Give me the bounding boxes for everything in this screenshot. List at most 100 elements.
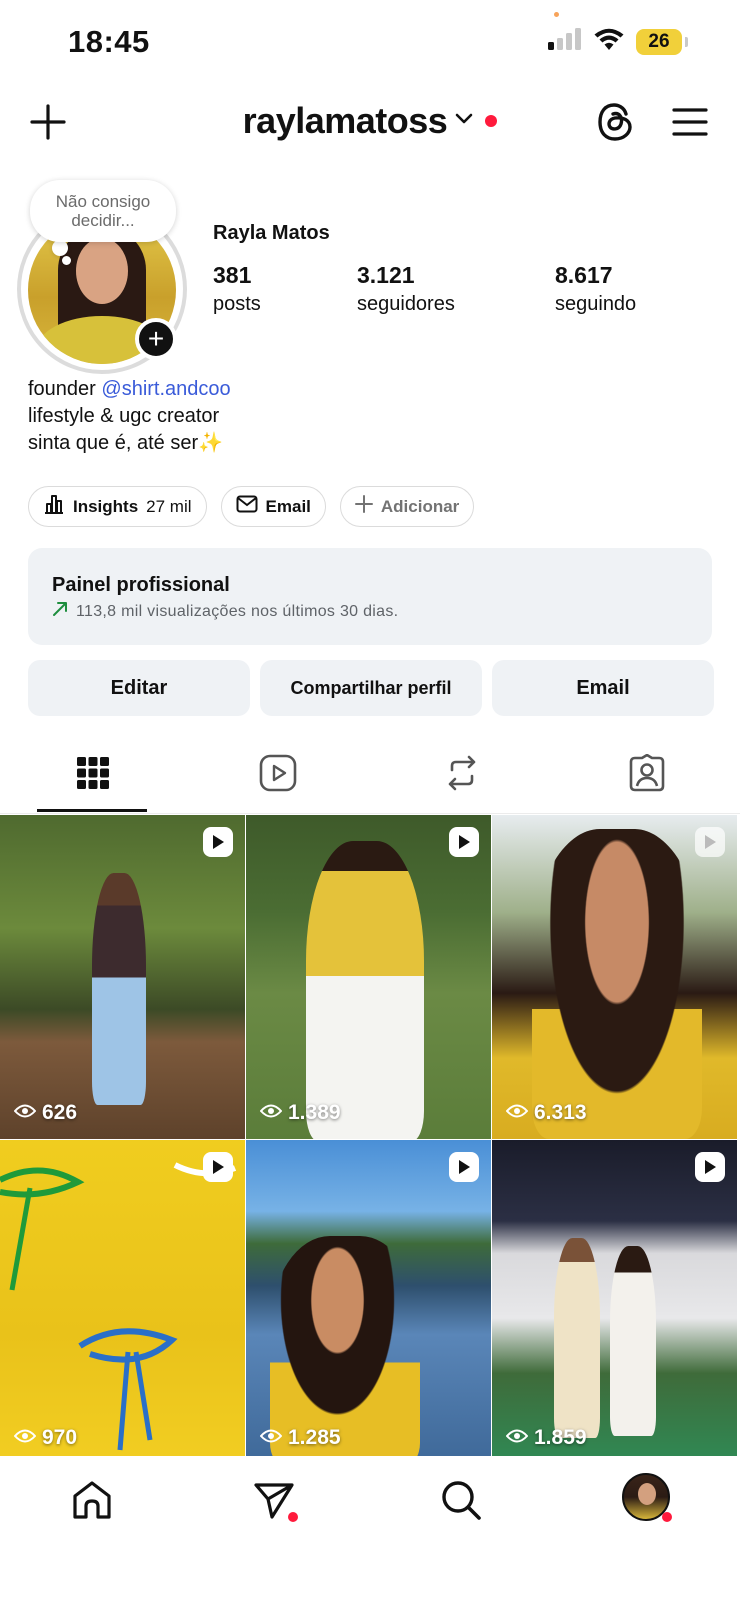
edit-profile-button[interactable]: Editar — [28, 660, 250, 716]
reel-icon — [695, 1152, 725, 1182]
menu-button[interactable] — [668, 102, 712, 146]
post-thumbnail[interactable]: 626 — [0, 815, 245, 1139]
add-chip[interactable]: Adicionar — [339, 486, 475, 527]
status-bar: 18:45 26 — [0, 0, 740, 84]
nav-home-button[interactable] — [68, 1478, 116, 1526]
tab-reposts[interactable] — [439, 752, 485, 798]
share-profile-button[interactable]: Compartilhar perfil — [260, 660, 482, 716]
professional-dashboard[interactable]: Painel profissional 113,8 mil visualizaç… — [28, 548, 712, 645]
battery-level: 26 — [648, 30, 670, 52]
stat-posts[interactable]: 381 posts — [213, 262, 261, 316]
view-count: 626 — [13, 1101, 78, 1125]
insights-value: 27 mil — [146, 496, 192, 516]
eye-icon — [13, 1101, 37, 1125]
envelope-icon — [236, 495, 258, 518]
eye-icon — [13, 1426, 37, 1450]
display-name: Rayla Matos — [213, 222, 330, 244]
notification-dot — [288, 1512, 298, 1522]
view-count-value: 626 — [42, 1101, 78, 1124]
view-count: 1.859 — [505, 1426, 587, 1450]
cellular-signal-icon — [548, 28, 582, 55]
reel-icon — [449, 1152, 479, 1182]
view-count-value: 1.859 — [534, 1426, 587, 1449]
plus-icon — [354, 495, 373, 518]
reel-icon — [203, 827, 233, 857]
email-chip-label: Email — [265, 496, 311, 516]
nav-messages-button[interactable] — [250, 1478, 298, 1526]
stat-label: seguindo — [555, 293, 637, 315]
add-chip-label: Adicionar — [380, 496, 460, 516]
status-icons: 26 — [548, 28, 688, 55]
privacy-indicator — [554, 12, 559, 17]
email-chip[interactable]: Email — [220, 486, 326, 527]
add-story-button[interactable]: + — [135, 318, 177, 360]
reel-icon — [203, 1152, 233, 1182]
post-thumbnail[interactable]: 1.859 — [492, 1140, 737, 1456]
profile-tabs — [0, 740, 740, 814]
grid-icon — [76, 756, 110, 795]
chevron-down-icon — [455, 112, 473, 130]
note-text: Não consigo decidir... — [55, 192, 151, 230]
stat-label: seguidores — [357, 293, 455, 315]
notification-dot — [485, 115, 498, 127]
search-icon — [440, 1479, 482, 1526]
trend-up-icon — [52, 601, 68, 622]
stat-followers[interactable]: 3.121 seguidores — [357, 262, 455, 316]
tab-reels[interactable] — [255, 752, 301, 798]
tab-tagged[interactable] — [624, 752, 670, 798]
insights-label: Insights — [73, 496, 139, 516]
profile-actions: Editar Compartilhar perfil Email — [28, 660, 714, 716]
profile-header: raylamatoss — [0, 92, 740, 156]
panel-title: Painel profissional — [52, 574, 230, 596]
profile-note[interactable]: Não consigo decidir... — [30, 180, 176, 242]
nav-search-button[interactable] — [437, 1478, 485, 1526]
battery-indicator: 26 — [636, 28, 688, 55]
view-count: 6.313 — [505, 1101, 587, 1125]
email-button[interactable]: Email — [492, 660, 714, 716]
reels-icon — [259, 754, 297, 797]
bio-text: founder — [28, 378, 96, 400]
note-bubble-tail — [52, 240, 68, 256]
plus-icon: + — [147, 323, 165, 354]
wifi-icon — [594, 28, 624, 55]
stat-value: 3.121 — [357, 262, 415, 288]
bio-mention-link[interactable]: @shirt.andcoo — [101, 378, 230, 400]
view-count: 1.389 — [259, 1101, 341, 1125]
reposts-icon — [444, 754, 480, 797]
posts-grid: 626 1.389 6.313 970 1.285 1.859 — [0, 815, 740, 1456]
stat-value: 381 — [213, 262, 252, 288]
home-icon — [71, 1479, 113, 1526]
bio-line: lifestyle & ugc creator — [28, 405, 220, 427]
post-thumbnail[interactable]: 1.285 — [246, 1140, 491, 1456]
bio: founder @shirt.andcoo lifestyle & ugc cr… — [28, 376, 231, 457]
bar-chart-icon — [43, 493, 65, 520]
stat-following[interactable]: 8.617 seguindo — [555, 262, 636, 316]
view-count: 970 — [13, 1426, 78, 1450]
threads-icon — [597, 102, 635, 147]
insights-chip[interactable]: Insights 27 mil — [28, 486, 207, 527]
view-count: 1.285 — [259, 1426, 341, 1450]
reel-icon — [449, 827, 479, 857]
bottom-navigation — [0, 1456, 740, 1600]
eye-icon — [259, 1101, 283, 1125]
status-time: 18:45 — [68, 24, 150, 59]
tab-posts-grid[interactable] — [70, 752, 116, 798]
bio-line: sinta que é, até ser✨ — [28, 432, 224, 454]
post-thumbnail[interactable]: 6.313 — [492, 815, 737, 1139]
reel-icon — [695, 827, 725, 857]
panel-subtitle: 113,8 mil visualizações nos últimos 30 d… — [52, 601, 688, 622]
notification-dot — [662, 1512, 672, 1522]
view-count-value: 6.313 — [534, 1101, 587, 1124]
eye-icon — [259, 1426, 283, 1450]
post-thumbnail[interactable]: 970 — [0, 1140, 245, 1456]
view-count-value: 1.285 — [288, 1426, 341, 1449]
post-thumbnail[interactable]: 1.389 — [246, 815, 491, 1139]
stat-value: 8.617 — [555, 262, 613, 288]
note-bubble-tail — [62, 256, 71, 265]
menu-icon — [672, 107, 708, 142]
threads-button[interactable] — [594, 102, 638, 146]
stat-label: posts — [213, 293, 261, 315]
eye-icon — [505, 1426, 529, 1450]
view-count-value: 970 — [42, 1426, 78, 1449]
eye-icon — [505, 1101, 529, 1125]
